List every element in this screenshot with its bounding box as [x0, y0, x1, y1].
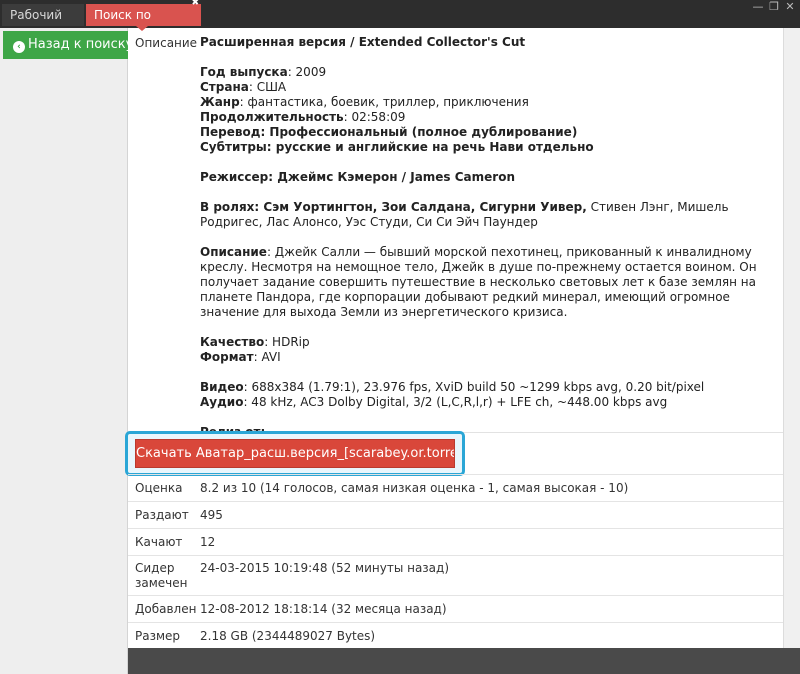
close-icon[interactable]: ✖	[191, 0, 199, 8]
table-row: Раздают 495	[128, 501, 783, 528]
back-button-label: Назад к поиску	[28, 37, 134, 52]
subtitles-line: Субтитры: русские и английские на речь Н…	[200, 140, 594, 154]
release-title: Расширенная версия / Extended Collector'…	[200, 35, 526, 49]
restore-icon[interactable]: ❐	[766, 0, 782, 14]
audio-line: Аудио: 48 kHz, AC3 Dolby Digital, 3/2 (L…	[200, 395, 668, 409]
active-tab-pointer	[136, 26, 148, 31]
table-row: Добавлен 12-08-2012 18:18:14 (32 месяца …	[128, 595, 783, 622]
info-table: Оценка 8.2 из 10 (14 голосов, самая низк…	[128, 474, 783, 649]
country-line: Страна: США	[200, 80, 287, 94]
row-value: 12	[200, 535, 216, 549]
row-value: 2.18 GB (2344489027 Bytes)	[200, 629, 376, 643]
table-row: Качают 12	[128, 528, 783, 555]
quality-line: Качество: HDRip	[200, 335, 310, 349]
year-line: Год выпуска: 2009	[200, 65, 327, 79]
row-value: 12-08-2012 18:18:14 (32 месяца назад)	[200, 602, 447, 616]
row-value: 8.2 из 10 (14 голосов, самая низкая оцен…	[200, 481, 629, 495]
cast-line: В ролях: Сэм Уортингтон, Зои Салдана, Си…	[200, 200, 729, 229]
row-key: Качают	[135, 535, 183, 549]
download-torrent-button[interactable]: Скачать Аватар_расш.версия_[scarabey.or.…	[135, 439, 455, 468]
chevron-left-icon: ‹	[13, 41, 25, 53]
format-line: Формат: AVI	[200, 350, 281, 364]
description-body: Расширенная версия / Extended Collector'…	[200, 35, 780, 440]
video-line: Видео: 688x384 (1.79:1), 23.976 fps, Xvi…	[200, 380, 705, 394]
close-window-icon[interactable]: ✕	[782, 0, 798, 14]
table-row: Размер 2.18 GB (2344489027 Bytes)	[128, 622, 783, 649]
sidebar: ‹ Назад к поиску	[0, 28, 133, 674]
row-key: Добавлен	[135, 602, 197, 616]
director-line: Режиссер: Джеймс Кэмерон / James Cameron	[200, 170, 515, 184]
tab-desktop[interactable]: Рабочий стол	[2, 4, 84, 44]
row-key: Размер	[135, 629, 181, 643]
row-key: Раздают	[135, 508, 189, 522]
minimize-icon[interactable]: —	[750, 0, 766, 14]
plot-line: Описание: Джейк Салли — бывший морской п…	[200, 245, 757, 319]
scrollbar[interactable]	[783, 28, 800, 648]
genre-line: Жанр: фантастика, боевик, триллер, прикл…	[200, 95, 529, 109]
description-label: Описание	[135, 36, 198, 50]
table-row: Оценка 8.2 из 10 (14 голосов, самая низк…	[128, 474, 783, 501]
tab-torrent-search[interactable]: Поиск по торрентам✖	[86, 0, 201, 44]
row-key: Сидер замечен	[135, 561, 188, 590]
duration-line: Продолжительность: 02:58:09	[200, 110, 406, 124]
row-key: Оценка	[135, 481, 183, 495]
tab-bar: Рабочий стол Поиск по торрентам✖ — ❐ ✕	[0, 0, 800, 44]
back-to-search-button[interactable]: ‹ Назад к поиску	[3, 31, 133, 59]
window-footer	[128, 648, 800, 674]
row-value: 495	[200, 508, 223, 522]
row-value: 24-03-2015 10:19:48 (52 минуты назад)	[200, 561, 450, 575]
translation-line: Перевод: Профессиональный (полное дублир…	[200, 125, 578, 139]
table-row: Сидер замечен 24-03-2015 10:19:48 (52 ми…	[128, 555, 783, 595]
